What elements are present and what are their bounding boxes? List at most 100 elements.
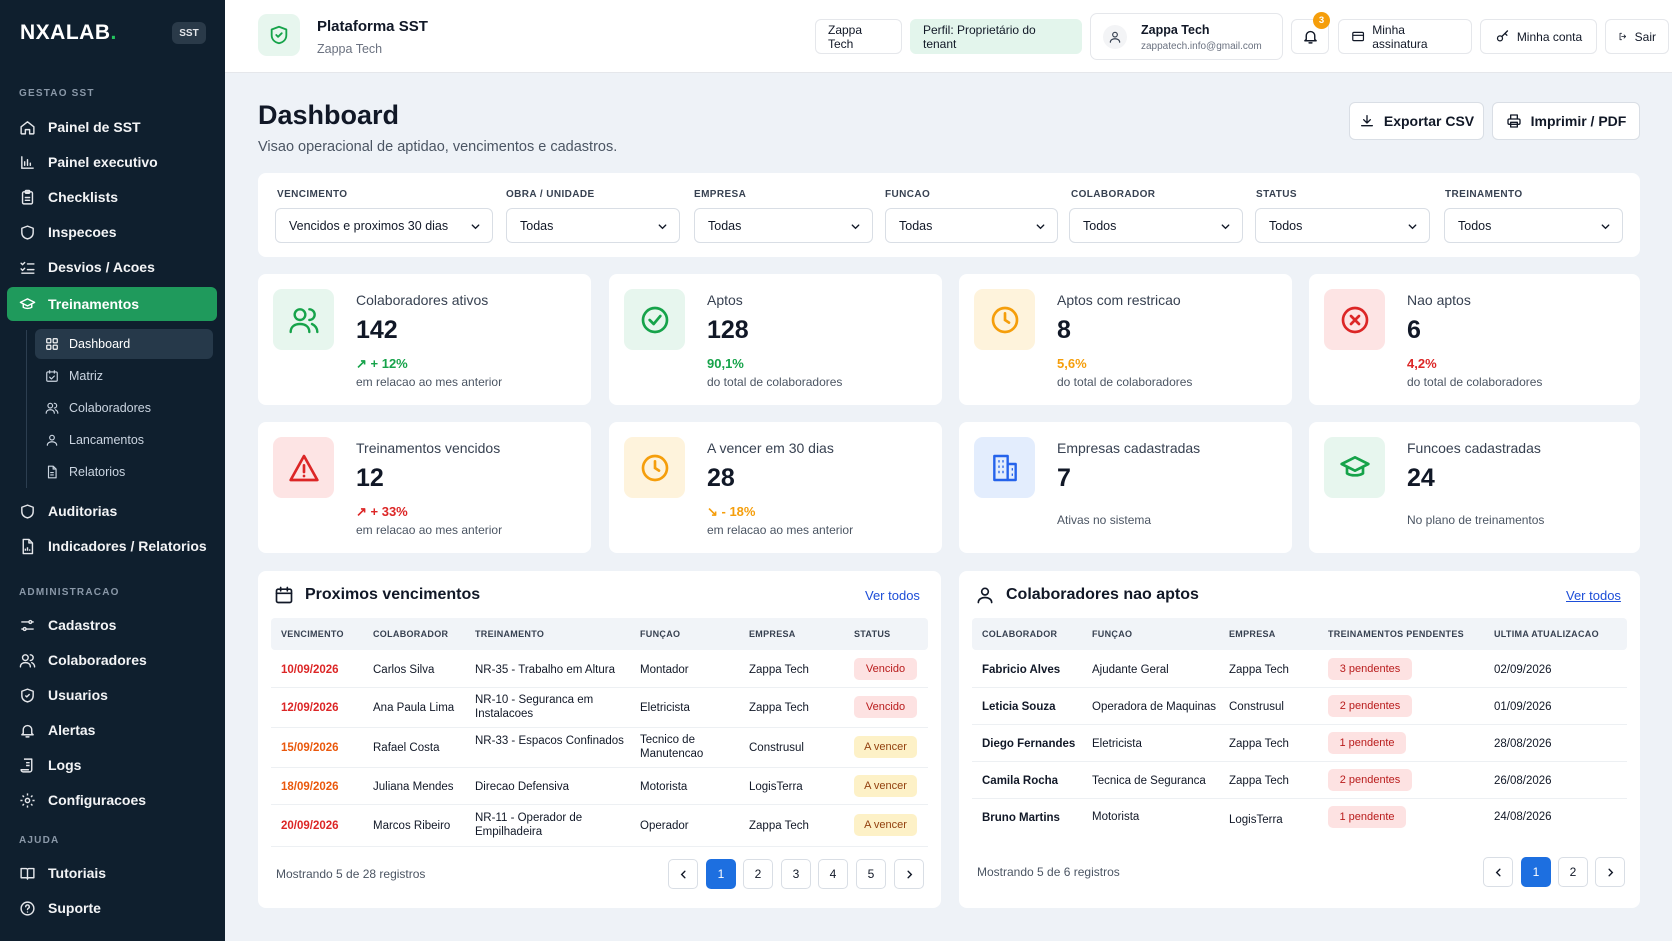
sidebar-item-colaboradores[interactable]: Colaboradores (7, 643, 217, 677)
table-row[interactable]: 12/09/2026 Ana Paula Lima NR-10 - Segura… (271, 688, 928, 728)
table-row[interactable]: 20/09/2026 Marcos Ribeiro NR-11 - Operad… (271, 805, 928, 847)
sidebar-item-alertas[interactable]: Alertas (7, 713, 217, 747)
pagination-page[interactable]: 5 (856, 859, 886, 889)
table-row[interactable]: 18/09/2026 Juliana Mendes Direcao Defens… (271, 768, 928, 805)
subnav-item-matriz[interactable]: Matriz (35, 361, 213, 391)
table-row[interactable]: Diego Fernandes Eletricista Zappa Tech 1… (972, 725, 1627, 762)
sidebar-item-checklists[interactable]: Checklists (7, 180, 217, 214)
pagination-page[interactable]: 1 (1521, 857, 1551, 887)
sidebar: NXALAB. SST GESTAO SST Painel de SST Pai… (0, 0, 225, 941)
print-pdf-button[interactable]: Imprimir / PDF (1492, 102, 1640, 140)
subnav-item-dashboard[interactable]: Dashboard (35, 329, 213, 359)
table-header: VENCIMENTO COLABORADOR TREINAMENTO FUNÇA… (271, 618, 928, 650)
tenant-chip[interactable]: Zappa Tech (815, 19, 902, 54)
filter-select-funcao[interactable]: Todas (885, 208, 1058, 243)
cell-colaborador: Camila Rocha (982, 775, 1059, 787)
pagination-page[interactable]: 1 (706, 859, 736, 889)
export-csv-label: Exportar CSV (1383, 113, 1475, 129)
card-title: Aptos com restricao (1057, 292, 1181, 308)
platform-title: Plataforma SST (317, 18, 428, 35)
filter-select-empresa[interactable]: Todas (694, 208, 873, 243)
cell-funcao: Operador (640, 820, 689, 832)
cell-vencimento: 10/09/2026 (281, 664, 339, 676)
panel-title: Proximos vencimentos (274, 585, 480, 605)
pagination-prev-button[interactable] (1483, 857, 1513, 887)
printer-icon (1506, 114, 1521, 128)
chevron-down-icon (851, 224, 860, 230)
sidebar-item-painel-sst[interactable]: Painel de SST (7, 110, 217, 144)
cell-colaborador: Rafael Costa (373, 742, 440, 754)
card-value: 28 (707, 464, 735, 492)
sidebar-item-usuarios[interactable]: Usuarios (7, 678, 217, 712)
card-funcoes: Funcoes cadastradas 24 No plano de trein… (1309, 422, 1640, 553)
sidebar-item-inspecoes[interactable]: Inspecoes (7, 215, 217, 249)
table-row[interactable]: 10/09/2026 Carlos Silva NR-35 - Trabalho… (271, 651, 928, 688)
user-menu[interactable]: Zappa Tech zappatech.info@gmail.com (1090, 13, 1283, 60)
filter-select-obra[interactable]: Todas (506, 208, 680, 243)
subnav-item-relatorios[interactable]: Relatorios (35, 457, 213, 487)
card-description: No plano de treinamentos (1407, 513, 1545, 527)
sidebar-item-cadastros[interactable]: Cadastros (7, 608, 217, 642)
ver-todos-link[interactable]: Ver todos (865, 588, 920, 603)
calendar-icon (275, 586, 293, 604)
subnav-item-label: Dashboard (69, 337, 131, 351)
pagination-page[interactable]: 2 (743, 859, 773, 889)
users-icon (45, 402, 59, 414)
sidebar-item-configuracoes[interactable]: Configuracoes (7, 783, 217, 817)
sidebar-item-label: Checklists (48, 189, 119, 205)
card-icon-box (273, 289, 334, 350)
filter-select-colaborador[interactable]: Todos (1069, 208, 1243, 243)
chevron-down-icon (658, 224, 667, 230)
sst-badge: SST (172, 22, 206, 44)
sidebar-item-treinamentos[interactable]: Treinamentos (7, 287, 217, 321)
shield-icon (21, 503, 34, 519)
pagination-prev-button[interactable] (668, 859, 698, 889)
sidebar-item-indicadores-relatorios[interactable]: Indicadores / Relatorios (7, 529, 217, 563)
table-row[interactable]: Leticia Souza Operadora de Maquinas Cons… (972, 688, 1627, 725)
ver-todos-link[interactable]: Ver todos (1566, 588, 1621, 603)
pagination-next-button[interactable] (894, 859, 924, 889)
card-treinamentos-vencidos: Treinamentos vencidos 12 ↗ + 33% em rela… (258, 422, 591, 553)
sidebar-item-desvios-acoes[interactable]: Desvios / Acoes (7, 250, 217, 284)
pagination-next-button[interactable] (1595, 857, 1625, 887)
subnav-item-colaboradores[interactable]: Colaboradores (35, 393, 213, 423)
sidebar-item-logs[interactable]: Logs (7, 748, 217, 782)
table-row[interactable]: Fabricio Alves Ajudante Geral Zappa Tech… (972, 651, 1627, 688)
pagination-page[interactable]: 4 (818, 859, 848, 889)
table-row[interactable]: Camila Rocha Tecnica de Seguranca Zappa … (972, 762, 1627, 799)
sidebar-item-label: Treinamentos (48, 296, 140, 312)
brand-logo[interactable]: NXALAB. (20, 20, 116, 46)
subscription-button[interactable]: Minha assinatura (1338, 19, 1472, 54)
pagination-page[interactable]: 3 (781, 859, 811, 889)
card-value: 24 (1407, 464, 1435, 492)
sidebar-item-painel-executivo[interactable]: Painel executivo (7, 145, 217, 179)
card-description: do total de colaboradores (1407, 375, 1543, 389)
cell-colaborador: Juliana Mendes (373, 781, 454, 793)
card-trend: ↗ + 12% (356, 356, 408, 372)
account-button[interactable]: Minha conta (1480, 19, 1597, 54)
sidebar-item-auditorias[interactable]: Auditorias (7, 494, 217, 528)
card-value: 6 (1407, 316, 1421, 344)
clock-icon (641, 454, 668, 481)
sidebar-item-tutoriais[interactable]: Tutoriais (7, 856, 217, 890)
warning-icon (288, 454, 319, 481)
logout-label: Sair (1634, 29, 1656, 44)
cell-funcao: Motorista (1092, 811, 1140, 823)
filter-select-treinamento[interactable]: Todos (1444, 208, 1623, 243)
filter-value: Todas (899, 218, 933, 233)
panel-proximos-vencimentos: Proximos vencimentos Ver todos VENCIMENT… (258, 571, 941, 908)
pagination-page[interactable]: 2 (1558, 857, 1588, 887)
filter-select-status[interactable]: Todos (1255, 208, 1430, 243)
subnav-item-lancamentos[interactable]: Lancamentos (35, 425, 213, 455)
table-row[interactable]: Bruno Martins Motorista LogisTerra 1 pen… (972, 799, 1627, 836)
card-title: Aptos (707, 292, 743, 308)
table-row[interactable]: 15/09/2026 Rafael Costa NR-33 - Espacos … (271, 728, 928, 768)
chevron-down-icon (1408, 224, 1417, 230)
logout-button[interactable]: Sair (1605, 19, 1669, 54)
card-trend-value: - 18% (721, 504, 756, 519)
export-csv-button[interactable]: Exportar CSV (1349, 102, 1484, 140)
filter-select-vencimento[interactable]: Vencidos e proximos 30 dias (275, 208, 493, 243)
sidebar-item-suporte[interactable]: Suporte (7, 891, 217, 925)
filter-value: Todas (520, 218, 554, 233)
card-aptos-restricao: Aptos com restricao 8 5,6% do total de c… (959, 274, 1292, 405)
